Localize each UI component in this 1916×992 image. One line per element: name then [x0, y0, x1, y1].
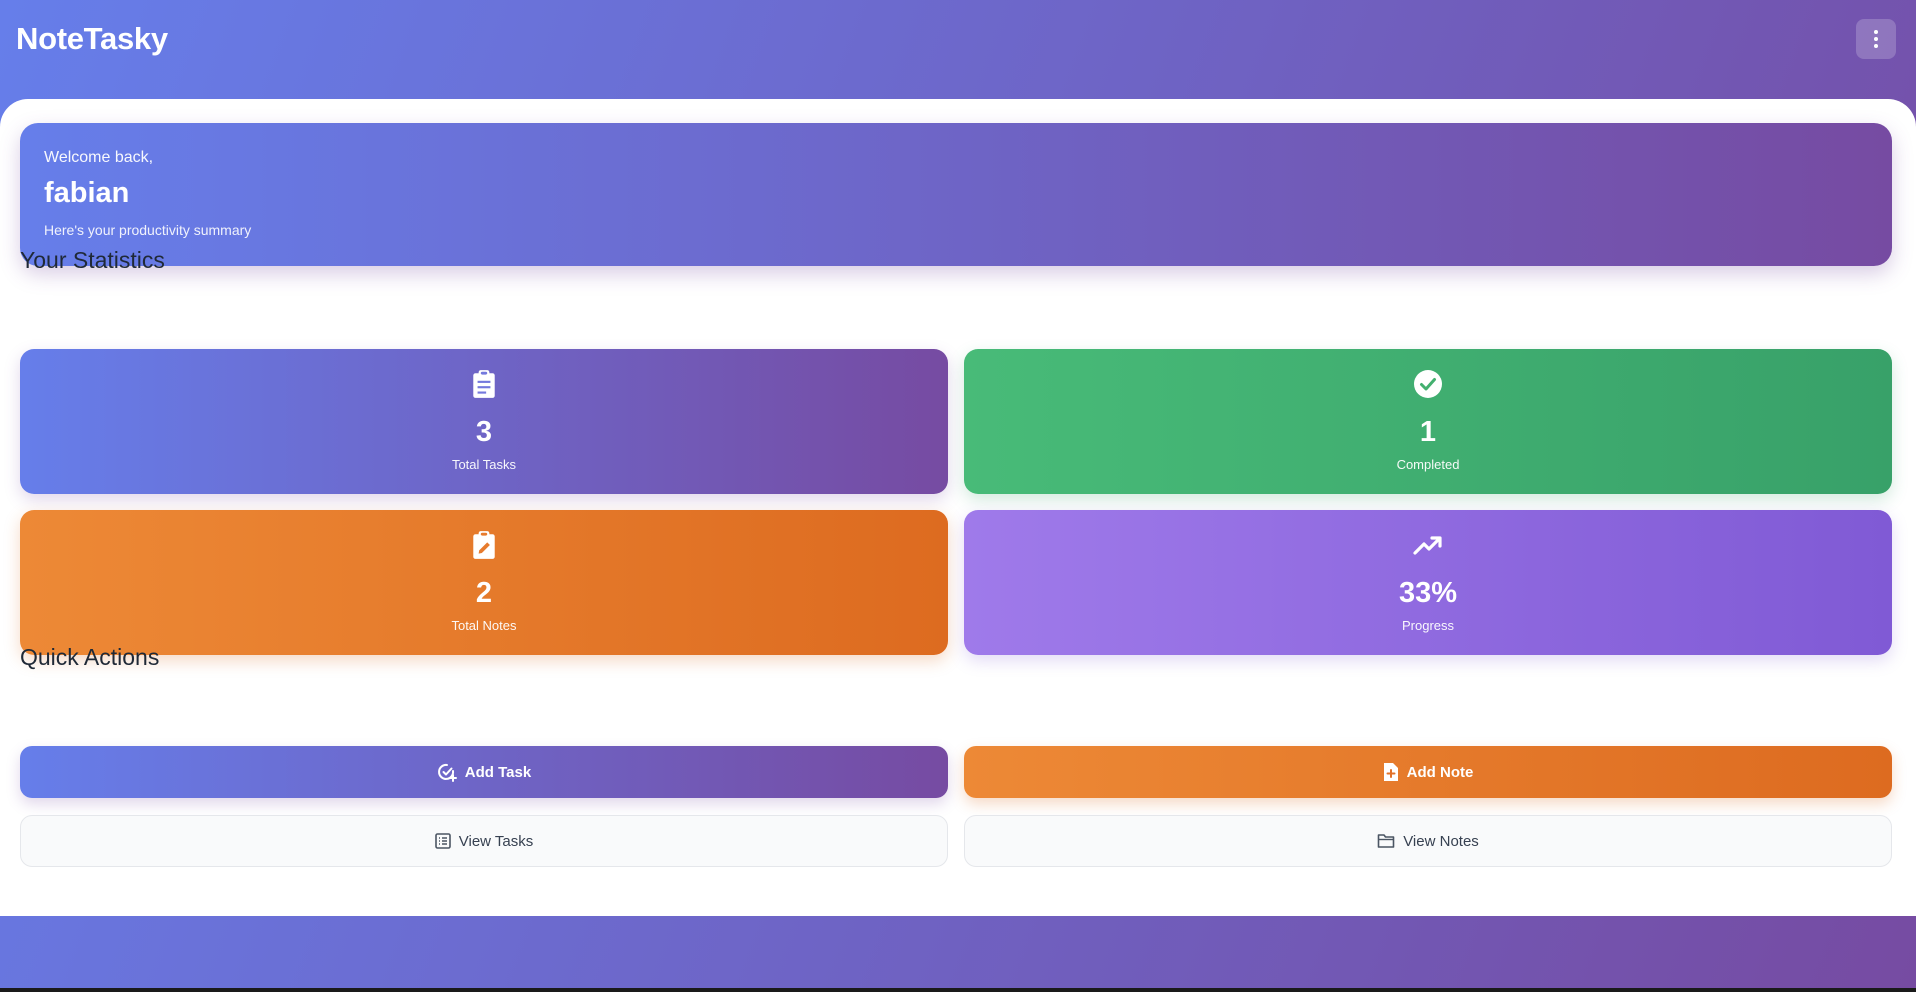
more-vertical-icon [1874, 30, 1878, 34]
check-circle-icon [964, 369, 1892, 401]
bottom-edge [0, 988, 1916, 992]
trending-up-icon [964, 530, 1892, 562]
app-title: NoteTasky [16, 21, 168, 56]
stat-value: 2 [475, 577, 493, 609]
clipboard-list-icon [20, 369, 948, 401]
main-content: Welcome back, fabian Here's your product… [0, 99, 1916, 916]
file-plus-icon [1383, 763, 1398, 781]
add-task-label: Add Task [464, 763, 532, 781]
list-icon [434, 833, 451, 849]
stat-card-total-notes: 2 Total Notes [20, 510, 948, 655]
stat-label: Completed [1396, 457, 1460, 472]
welcome-username: fabian [44, 177, 130, 209]
stat-value: 1 [1419, 416, 1437, 448]
stat-label: Progress [1401, 618, 1455, 633]
stat-card-total-tasks: 3 Total Tasks [20, 349, 948, 494]
clipboard-edit-icon [20, 530, 948, 562]
view-notes-button[interactable]: View Notes [964, 815, 1892, 867]
welcome-subtitle: Here's your productivity summary [44, 222, 252, 238]
welcome-card: Welcome back, fabian Here's your product… [20, 123, 1892, 266]
more-menu-button[interactable] [1856, 19, 1896, 59]
quick-actions-heading: Quick Actions [20, 644, 160, 670]
stat-card-completed: 1 Completed [964, 349, 1892, 494]
stat-value: 33% [1398, 577, 1458, 609]
view-tasks-label: View Tasks [458, 832, 534, 850]
add-task-icon [437, 763, 457, 782]
add-task-button[interactable]: Add Task [20, 746, 948, 798]
stat-label: Total Notes [451, 618, 517, 633]
stat-label: Total Tasks [451, 457, 517, 472]
view-tasks-button[interactable]: View Tasks [20, 815, 948, 867]
stat-value: 3 [475, 416, 493, 448]
folder-icon [1377, 834, 1395, 848]
add-note-label: Add Note [1406, 763, 1474, 781]
view-notes-label: View Notes [1403, 832, 1479, 850]
statistics-heading: Your Statistics [20, 247, 165, 273]
stat-card-progress: 33% Progress [964, 510, 1892, 655]
app-header: NoteTasky [0, 0, 1916, 99]
add-note-button[interactable]: Add Note [964, 746, 1892, 798]
welcome-greeting: Welcome back, [44, 149, 154, 166]
